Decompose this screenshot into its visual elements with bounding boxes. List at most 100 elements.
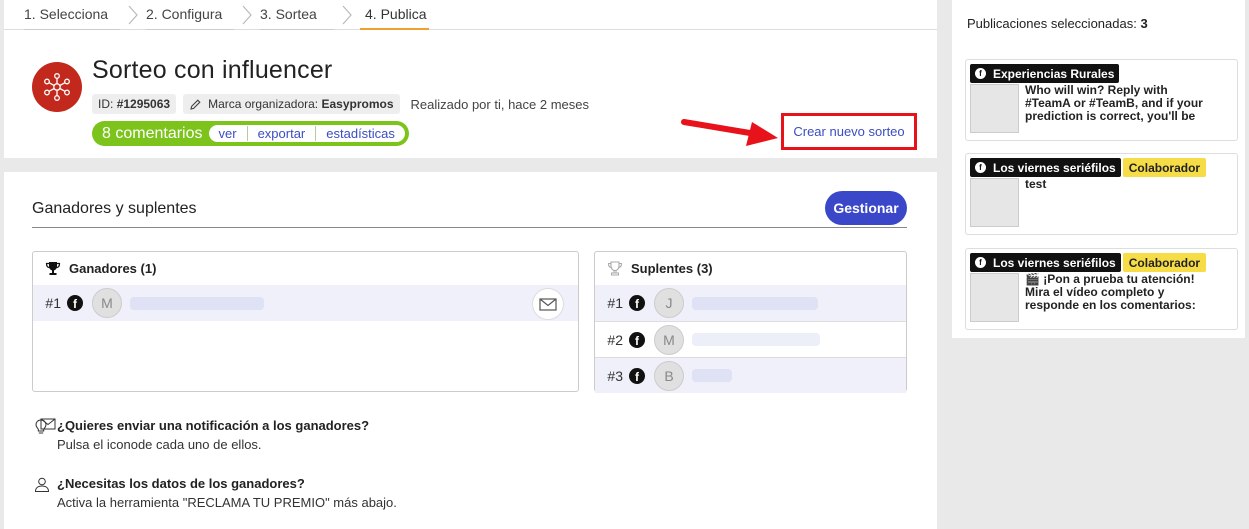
comments-bar: 8 comentarios ver exportar estadísticas bbox=[92, 121, 409, 146]
brand-value: Easypromos bbox=[321, 97, 394, 111]
manage-button[interactable]: Gestionar bbox=[825, 191, 907, 225]
row-number: #1 bbox=[607, 295, 623, 311]
substitute-row[interactable]: #3 f B bbox=[595, 357, 906, 393]
winners-box: Ganadores (1) #1 f M bbox=[32, 251, 579, 392]
notify-answer-end: de cada uno de ellos. bbox=[137, 437, 262, 452]
avatar: M bbox=[92, 288, 122, 318]
post-thumbnail bbox=[970, 273, 1019, 322]
step-label: 4. Publica bbox=[365, 6, 427, 22]
collaborator-badge: Colaborador bbox=[1122, 253, 1207, 272]
blurred-username bbox=[130, 296, 264, 310]
post-card[interactable]: f Experiencias Rurales Who will win? Repl… bbox=[965, 59, 1238, 141]
blurred-username bbox=[692, 333, 820, 346]
page-tag: f Los viernes seriéfilos bbox=[970, 253, 1121, 272]
post-tags: f Experiencias Rurales bbox=[970, 64, 1237, 83]
page-tag: f Los viernes seriéfilos bbox=[970, 158, 1121, 177]
chevron-right-icon bbox=[128, 5, 138, 25]
post-tags: f Los viernes seriéfilos Colaborador bbox=[970, 158, 1237, 177]
selected-posts-title: Publicaciones seleccionadas: 3 bbox=[967, 16, 1148, 31]
page-title: Sorteo con influencer bbox=[92, 56, 333, 84]
draw-logo-icon bbox=[32, 62, 82, 112]
user-icon bbox=[34, 477, 50, 492]
post-body: test bbox=[970, 178, 1237, 227]
step-selecciona[interactable]: 1. Selecciona bbox=[24, 0, 120, 30]
draw-header: Sorteo con influencer ID: #1295063 Marca… bbox=[4, 31, 937, 158]
trophy-outline-icon bbox=[607, 261, 623, 276]
page-name: Los viernes seriéfilos bbox=[993, 255, 1116, 270]
post-text: test bbox=[1025, 177, 1047, 191]
ver-link[interactable]: ver bbox=[209, 126, 247, 141]
steps-nav: 1. Selecciona 2. Configura 3. Sortea 4. … bbox=[4, 0, 937, 30]
avatar: M bbox=[654, 324, 684, 355]
chevron-right-icon bbox=[342, 5, 352, 25]
row-number: #1 bbox=[45, 295, 61, 311]
step-label: 2. Configura bbox=[146, 6, 223, 22]
mail-icon bbox=[539, 297, 557, 311]
exportar-link[interactable]: exportar bbox=[246, 126, 316, 141]
winners-section: Ganadores y suplentes Gestionar Ganadore… bbox=[4, 172, 937, 529]
brand-chip[interactable]: Marca organizadora: Easypromos bbox=[183, 94, 400, 114]
row-number: #2 bbox=[607, 331, 623, 348]
post-card[interactable]: f Los viernes seriéfilos Colaborador 🎬 ¡P… bbox=[965, 248, 1238, 330]
step-publica[interactable]: 4. Publica bbox=[360, 0, 429, 30]
blurred-username bbox=[692, 296, 818, 310]
data-question: ¿Necesitas los datos de los ganadores? bbox=[57, 476, 305, 491]
facebook-icon: f bbox=[975, 68, 986, 79]
substitutes-box: Suplentes (3) #1 f J #2 f M #3 f B bbox=[594, 251, 907, 393]
selected-posts-panel: Publicaciones seleccionadas: 3 f Experien… bbox=[952, 0, 1245, 338]
substitute-row[interactable]: #2 f M bbox=[595, 321, 906, 357]
estadisticas-link[interactable]: estadísticas bbox=[315, 126, 405, 141]
page-name: Experiencias Rurales bbox=[993, 66, 1115, 81]
avatar: J bbox=[654, 288, 684, 318]
post-text: 🎬 ¡Pon a prueba tu atención! Mira el víd… bbox=[1025, 273, 1196, 313]
notify-answer-start: Pulsa el icono bbox=[57, 437, 138, 452]
pencil-icon bbox=[190, 98, 201, 110]
mail-button[interactable] bbox=[532, 288, 564, 320]
substitutes-title: Suplentes (3) bbox=[631, 261, 713, 276]
row-number: #3 bbox=[607, 367, 623, 384]
facebook-icon: f bbox=[975, 257, 986, 268]
section-divider bbox=[4, 158, 937, 172]
page-tag: f Experiencias Rurales bbox=[970, 64, 1120, 83]
facebook-icon: f bbox=[975, 162, 986, 173]
chevron-right-icon bbox=[242, 5, 252, 25]
post-tags: f Los viernes seriéfilos Colaborador bbox=[970, 253, 1237, 272]
step-label: 3. Sortea bbox=[260, 6, 317, 22]
winners-header: Ganadores (1) bbox=[33, 252, 578, 285]
post-thumbnail bbox=[970, 178, 1019, 227]
post-card[interactable]: f Los viernes seriéfilos Colaborador test bbox=[965, 153, 1238, 235]
data-info: ¿Necesitas los datos de los ganadores? A… bbox=[32, 476, 397, 510]
notify-question: ¿Quieres enviar una notificación a los g… bbox=[57, 418, 370, 433]
selected-posts-label: Publicaciones seleccionadas: bbox=[967, 16, 1137, 31]
selected-posts-count: 3 bbox=[1140, 16, 1148, 31]
step-configura[interactable]: 2. Configura bbox=[146, 0, 234, 30]
section-underline bbox=[32, 227, 907, 228]
substitute-row[interactable]: #1 f J bbox=[595, 285, 906, 321]
main-panel: 1. Selecciona 2. Configura 3. Sortea 4. … bbox=[4, 0, 937, 529]
comments-links: ver exportar estadísticas bbox=[208, 125, 405, 142]
new-draw-link[interactable]: Crear nuevo sorteo bbox=[781, 113, 917, 150]
id-chip: ID: #1295063 bbox=[92, 94, 177, 114]
notify-info: ¿Quieres enviar una notificación a los g… bbox=[32, 418, 369, 452]
post-thumbnail bbox=[970, 84, 1019, 133]
brand-label: Marca organizadora: bbox=[208, 97, 319, 111]
draw-meta: ID: #1295063 Marca organizadora: Easypro… bbox=[92, 94, 589, 114]
trophy-icon bbox=[45, 262, 61, 275]
done-text: Realizado por ti, hace 2 meses bbox=[410, 96, 589, 112]
id-label: ID: bbox=[98, 97, 114, 111]
id-value: #1295063 bbox=[116, 97, 171, 111]
facebook-icon: f bbox=[629, 295, 645, 311]
comments-count: 8 comentarios bbox=[102, 124, 203, 142]
facebook-icon: f bbox=[629, 367, 645, 384]
red-arrow-annotation bbox=[681, 119, 778, 146]
facebook-icon: f bbox=[629, 331, 645, 348]
post-body: Who will win? Reply with #TeamA or #Team… bbox=[970, 84, 1237, 133]
mail-icon bbox=[40, 418, 56, 430]
winner-row[interactable]: #1 f M bbox=[33, 285, 578, 321]
substitutes-header: Suplentes (3) bbox=[595, 252, 906, 285]
winners-title: Ganadores (1) bbox=[69, 261, 157, 276]
section-title: Ganadores y suplentes bbox=[32, 200, 197, 217]
page-name: Los viernes seriéfilos bbox=[993, 160, 1116, 175]
notify-answer: Pulsa el icono de cada uno de ellos. bbox=[40, 418, 369, 452]
step-sortea[interactable]: 3. Sortea bbox=[260, 0, 334, 30]
